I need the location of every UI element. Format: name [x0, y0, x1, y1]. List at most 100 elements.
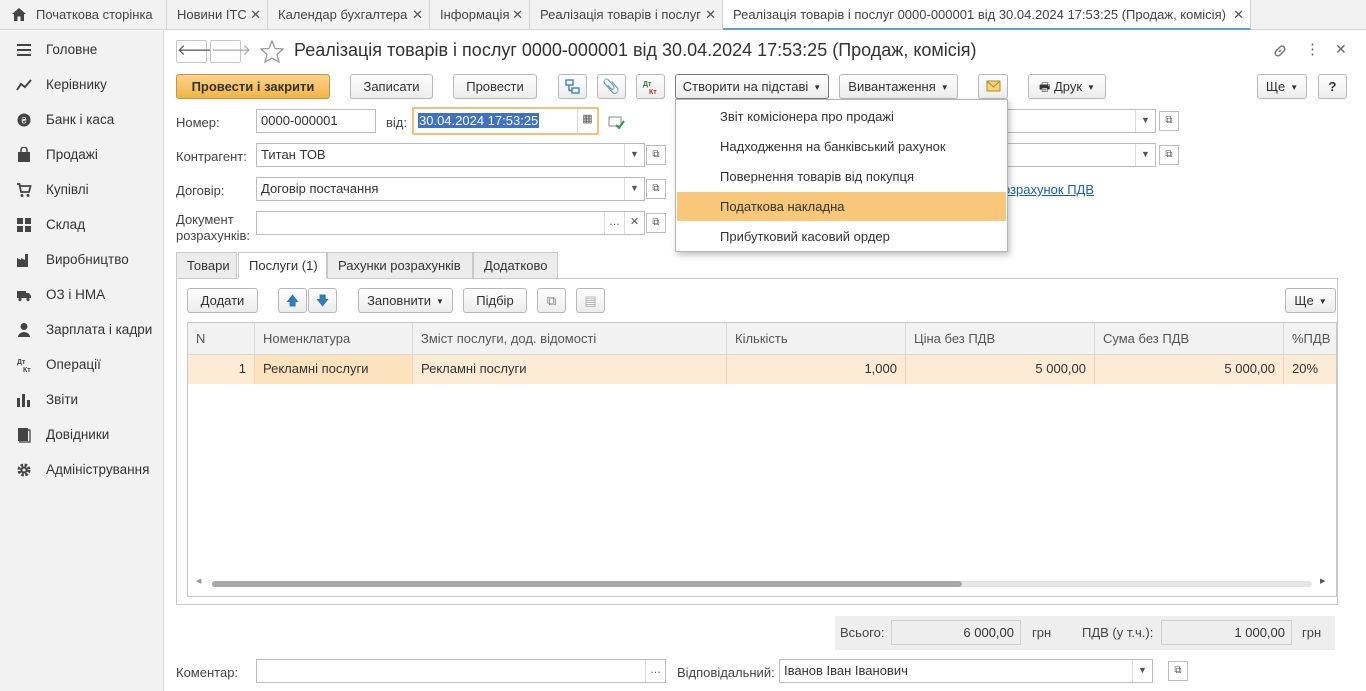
contract-field[interactable]: Договір постачання ▼: [256, 177, 645, 201]
cell-n[interactable]: 1: [188, 355, 255, 384]
email-button[interactable]: [978, 74, 1008, 99]
post-button[interactable]: Провести: [453, 74, 537, 99]
cell-sum[interactable]: 5 000,00: [1095, 355, 1284, 384]
open-contract-button[interactable]: ⧉: [646, 179, 666, 199]
cell-vat-rate[interactable]: 20%: [1284, 355, 1336, 384]
close-icon[interactable]: ✕: [1233, 0, 1244, 29]
tab-home[interactable]: Початкова сторінка: [0, 0, 167, 30]
open-responsible-button[interactable]: ⧉: [1168, 661, 1188, 681]
select-ellipsis-icon[interactable]: …: [604, 212, 624, 234]
cell-price[interactable]: 5 000,00: [906, 355, 1095, 384]
open-counterparty-button[interactable]: ⧉: [646, 145, 666, 165]
responsible-field[interactable]: Іванов Іван Іванович ▼: [779, 659, 1153, 683]
postings-button[interactable]: Дт Кт: [636, 74, 665, 99]
sidebar-item-bank[interactable]: ₴ Банк і каса: [0, 102, 163, 137]
sidebar-item-salary[interactable]: Зарплата і кадри: [0, 312, 163, 347]
column-header-price[interactable]: Ціна без ПДВ: [906, 323, 1095, 355]
more-vertical-icon[interactable]: ⋮: [1305, 40, 1320, 58]
sidebar-item-main[interactable]: Головне: [0, 32, 163, 67]
menu-item-tax-invoice[interactable]: Податкова накладна: [677, 192, 1006, 221]
cell-quantity[interactable]: 1,000: [727, 355, 906, 384]
chevron-down-icon[interactable]: ▼: [1132, 660, 1152, 682]
sidebar-item-warehouse[interactable]: Склад: [0, 207, 163, 242]
settlement-doc-field[interactable]: … ✕: [256, 211, 645, 235]
sidebar-item-sales[interactable]: Продажі: [0, 137, 163, 172]
fill-button[interactable]: Заповнити ▼: [358, 288, 453, 313]
copy-rows-button[interactable]: ⧉: [537, 288, 566, 313]
chevron-down-icon[interactable]: ▼: [1135, 110, 1155, 132]
link-icon[interactable]: [1272, 43, 1288, 59]
pick-button[interactable]: Підбір: [463, 288, 527, 313]
menu-item-customer-return[interactable]: Повернення товарів від покупця: [677, 162, 1006, 191]
sidebar-item-operations[interactable]: Дт Кт Операції: [0, 347, 163, 382]
help-button[interactable]: ?: [1318, 74, 1347, 99]
back-button[interactable]: 🡐: [176, 40, 217, 63]
scroll-left-icon[interactable]: ◀: [196, 577, 201, 585]
export-button[interactable]: Вивантаження ▼: [839, 74, 958, 99]
close-icon[interactable]: ✕: [512, 0, 523, 29]
warehouse-field[interactable]: ▼: [995, 143, 1156, 167]
create-based-on-button[interactable]: Створити на підставі ▼: [675, 74, 829, 99]
column-header-sum[interactable]: Сума без ПДВ: [1095, 323, 1284, 355]
move-down-button[interactable]: 🡇: [308, 288, 337, 313]
menu-item-commission-report[interactable]: Звіт комісіонера про продажі: [677, 102, 1006, 131]
open-organization-button[interactable]: ⧉: [1159, 111, 1179, 131]
tab-information[interactable]: Інформація ✕: [430, 0, 530, 30]
menu-item-cash-receipt-order[interactable]: Прибутковий касовий ордер: [677, 222, 1006, 251]
close-form-icon[interactable]: ✕: [1335, 41, 1347, 58]
structure-button[interactable]: [558, 74, 587, 99]
paste-rows-button[interactable]: ▤: [576, 288, 605, 313]
tab-goods[interactable]: Товари: [176, 252, 237, 279]
tab-sales-list[interactable]: Реалізація товарів і послуг ✕: [530, 0, 723, 30]
tab-settlement-accounts[interactable]: Рахунки розрахунків: [327, 252, 473, 279]
organization-field[interactable]: ▼: [995, 109, 1156, 133]
number-field[interactable]: 0000-000001: [256, 109, 376, 133]
add-row-button[interactable]: Додати: [187, 288, 258, 313]
comment-field[interactable]: …: [256, 659, 666, 683]
clear-icon[interactable]: ✕: [624, 212, 644, 234]
move-up-button[interactable]: 🡅: [278, 288, 307, 313]
column-header-n[interactable]: N: [188, 323, 255, 355]
tab-sales-document[interactable]: Реалізація товарів і послуг 0000-000001 …: [723, 0, 1251, 30]
tab-additional[interactable]: Додатково: [473, 252, 558, 279]
chevron-down-icon[interactable]: ▼: [624, 178, 644, 200]
tab-news-its[interactable]: Новини ІТС ✕: [167, 0, 268, 30]
post-and-close-button[interactable]: Провести і закрити: [176, 74, 330, 99]
chevron-down-icon[interactable]: ▼: [1135, 144, 1155, 166]
calendar-icon[interactable]: ▦: [577, 109, 597, 133]
select-ellipsis-icon[interactable]: …: [645, 660, 665, 682]
sidebar-item-reports[interactable]: Звіти: [0, 382, 163, 417]
date-field[interactable]: 30.04.2024 17:53:25 ▦: [412, 107, 599, 135]
horizontal-scrollbar[interactable]: ◀ ▶: [196, 577, 1325, 588]
close-icon[interactable]: ✕: [705, 0, 716, 29]
column-header-quantity[interactable]: Кількість: [727, 323, 906, 355]
column-header-vat-rate[interactable]: %ПДВ: [1284, 323, 1336, 355]
open-settlement-doc-button[interactable]: ⧉: [646, 213, 666, 233]
sidebar-item-production[interactable]: Виробництво: [0, 242, 163, 277]
scroll-thumb[interactable]: [212, 581, 962, 587]
star-icon[interactable]: [260, 40, 284, 63]
sidebar-item-directories[interactable]: Довідники: [0, 417, 163, 452]
print-button[interactable]: 🖶 Друк ▼: [1028, 74, 1106, 99]
cell-item[interactable]: Рекламні послуги: [255, 355, 413, 384]
tab-services[interactable]: Послуги (1): [238, 252, 327, 279]
tab-accountant-calendar[interactable]: Календар бухгалтера ✕: [268, 0, 430, 30]
attach-file-button[interactable]: 📎: [597, 74, 626, 99]
cell-service-content[interactable]: Рекламні послуги: [413, 355, 727, 384]
vat-calculation-link[interactable]: озрахунок ПДВ: [1003, 182, 1094, 197]
scroll-right-icon[interactable]: ▶: [1320, 577, 1325, 585]
column-header-service-content[interactable]: Зміст послуги, дод. відомості: [413, 323, 727, 355]
chevron-down-icon[interactable]: ▼: [624, 144, 644, 166]
table-more-button[interactable]: Ще ▼: [1285, 288, 1336, 313]
open-warehouse-button[interactable]: ⧉: [1159, 145, 1179, 165]
more-button[interactable]: Ще ▼: [1257, 74, 1307, 99]
forward-button[interactable]: 🡒: [210, 40, 251, 63]
sidebar-item-purchases[interactable]: Купівлі: [0, 172, 163, 207]
menu-item-bank-receipt[interactable]: Надходження на банківський рахунок: [677, 132, 1006, 161]
column-header-item[interactable]: Номенклатура: [255, 323, 413, 355]
close-icon[interactable]: ✕: [412, 0, 423, 29]
sidebar-item-manager[interactable]: Керівнику: [0, 67, 163, 102]
save-button[interactable]: Записати: [350, 74, 433, 99]
counterparty-field[interactable]: Титан ТОВ ▼: [256, 143, 645, 167]
sidebar-item-fixed-assets[interactable]: ОЗ і НМА: [0, 277, 163, 312]
